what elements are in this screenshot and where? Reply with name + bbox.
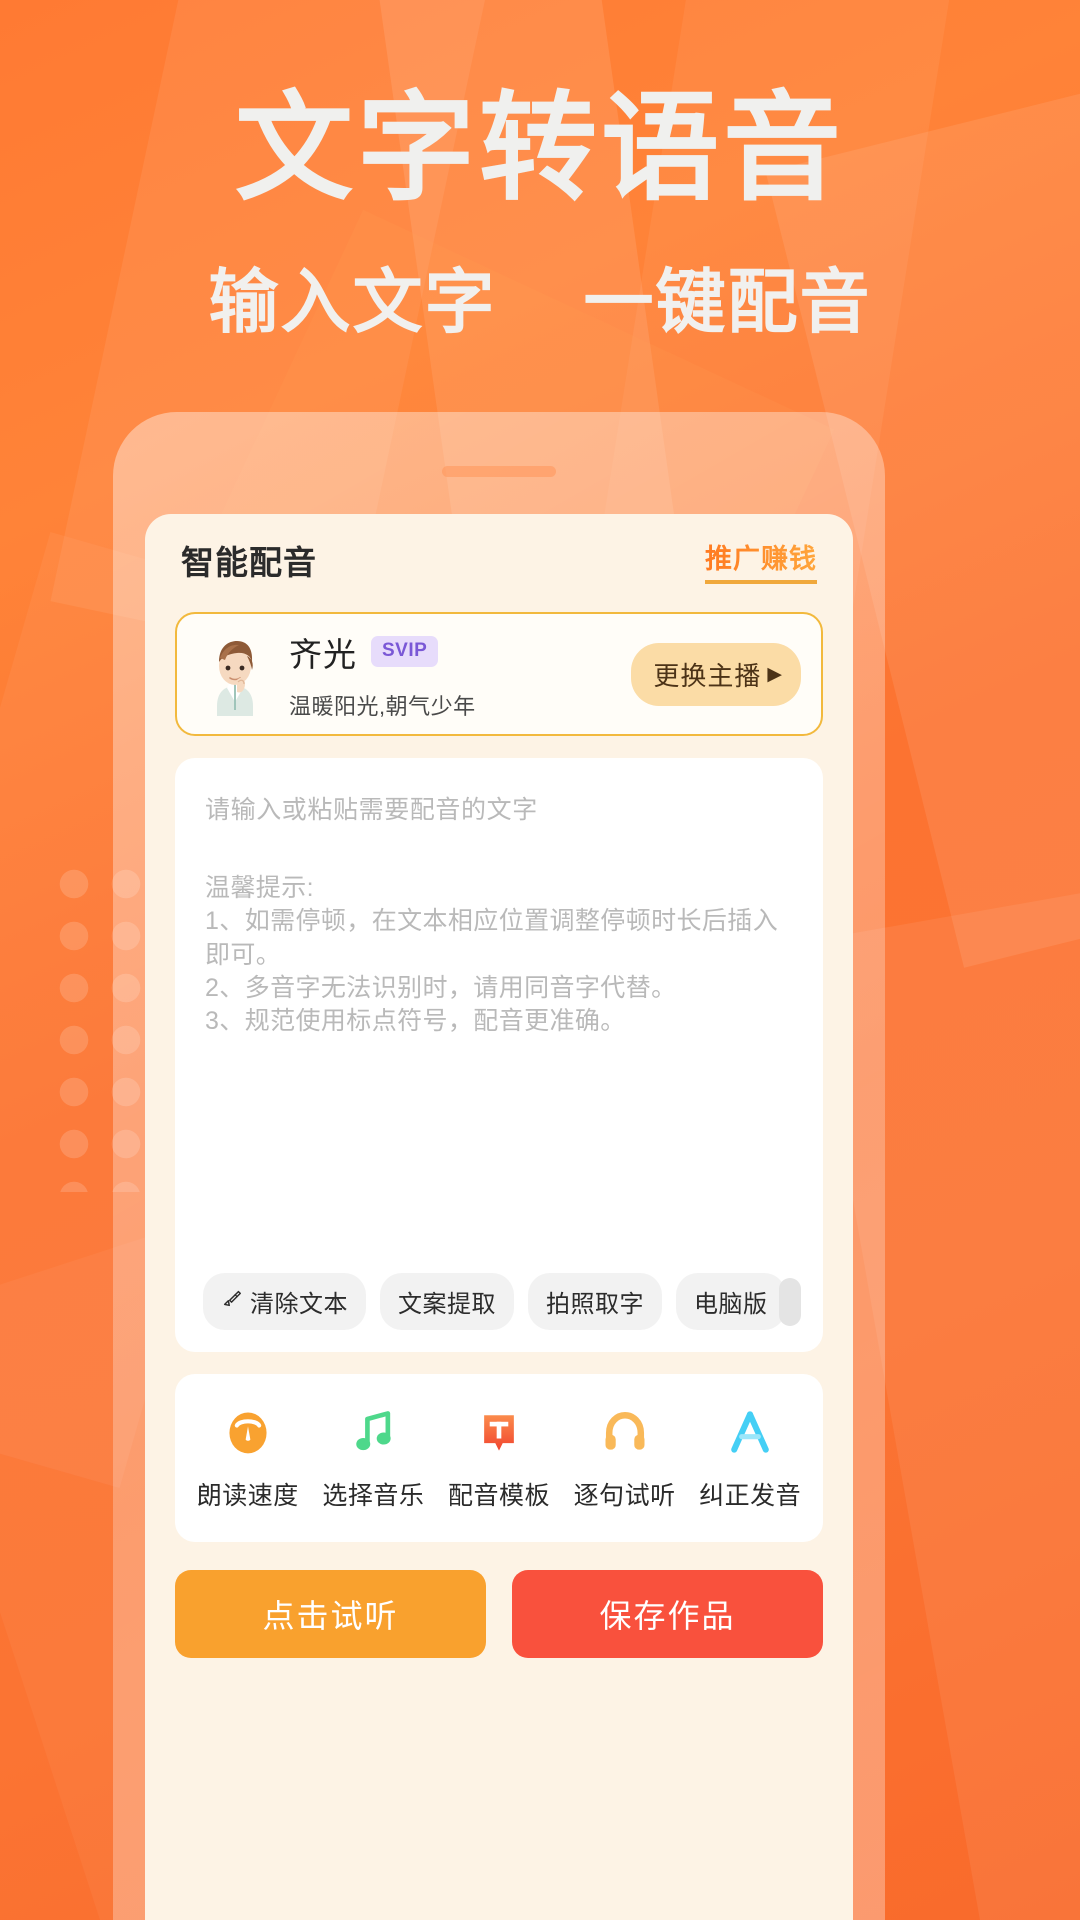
listen-button[interactable]: 点击试听 [175,1570,486,1658]
function-label: 选择音乐 [322,1482,425,1510]
promo-earn-button[interactable]: 推广赚钱 [705,537,817,584]
tip-item: 1、如需停顿，在文本相应位置调整停顿时长后插入即可。 [205,907,779,969]
speed-gauge-icon [222,1404,274,1460]
chevron-right-icon: ▶ [767,663,783,685]
app-header: 智能配音 推广赚钱 [145,514,853,606]
anchor-avatar [197,632,273,716]
change-anchor-label: 更换主播 [653,660,762,691]
scroll-handle[interactable] [779,1278,801,1326]
action-bar: 点击试听 保存作品 [175,1570,823,1658]
clear-text-label: 清除文本 [250,1291,348,1318]
function-fix-pronunciation[interactable]: 纠正发音 [691,1404,809,1512]
desktop-version-label: 电脑版 [694,1291,768,1318]
extract-copy-label: 文案提取 [398,1291,496,1318]
desktop-version-chip[interactable]: 电脑版 [676,1273,786,1330]
tip-item: 2、多音字无法识别时，请用同音字代替。 [205,973,677,1002]
headphone-icon [599,1404,651,1460]
function-label: 配音模板 [447,1482,550,1510]
text-editor-card[interactable]: 请输入或粘贴需要配音的文字 温馨提示: 1、如需停顿，在文本相应位置调整停顿时长… [175,758,823,1352]
hero-subtitle: 输入文字 一键配音 [0,246,1080,347]
app-screen: 智能配音 推广赚钱 齐光 SVIP 温暖阳光,朝气少年 更换主播 ▶ 请输入或粘… [145,514,853,1920]
function-read-speed[interactable]: 朗读速度 [189,1404,307,1512]
function-bar: 朗读速度 选择音乐 配音模板 逐句试听 纠正发音 [175,1374,823,1542]
function-label: 逐句试听 [573,1482,676,1510]
photo-ocr-label: 拍照取字 [546,1291,644,1318]
page-title: 智能配音 [181,544,317,581]
clear-text-chip[interactable]: 清除文本 [203,1273,366,1330]
hero-subtitle-left: 输入文字 [208,263,497,341]
tips-title: 温馨提示: [205,874,314,902]
phone-speaker [442,466,556,477]
tip-item: 3、规范使用标点符号，配音更准确。 [205,1007,626,1035]
anchor-name-row: 齐光 SVIP [289,628,631,676]
function-label: 朗读速度 [196,1482,299,1510]
letter-a-icon [724,1404,776,1460]
template-t-icon [473,1404,525,1460]
hero-title: 文字转语音 [234,83,845,215]
editor-toolbar: 清除文本 文案提取 拍照取字 电脑版 [175,1273,823,1330]
function-dub-template[interactable]: 配音模板 [440,1404,558,1512]
promo-screenshot: 文字转语音 输入文字 一键配音 智能配音 推广赚钱 齐光 SVIP 温暖阳光,朝… [0,0,1080,1920]
editor-placeholder: 请输入或粘贴需要配音的文字 [205,796,538,824]
anchor-info: 齐光 SVIP 温暖阳光,朝气少年 [289,628,631,721]
change-anchor-button[interactable]: 更换主播 ▶ [631,642,801,706]
save-button[interactable]: 保存作品 [512,1570,823,1658]
editor-tips: 温馨提示: 1、如需停顿，在文本相应位置调整停顿时长后插入即可。 2、多音字无法… [205,872,793,1038]
function-select-music[interactable]: 选择音乐 [314,1404,432,1512]
hero-subtitle-right: 一键配音 [583,263,872,341]
anchor-card[interactable]: 齐光 SVIP 温暖阳光,朝气少年 更换主播 ▶ [175,612,823,736]
function-label: 纠正发音 [699,1482,802,1510]
photo-ocr-chip[interactable]: 拍照取字 [528,1273,662,1330]
svip-badge: SVIP [371,636,439,667]
extract-copy-chip[interactable]: 文案提取 [380,1273,514,1330]
anchor-description: 温暖阳光,朝气少年 [289,693,476,719]
music-note-icon [347,1404,399,1460]
brush-icon [221,1287,243,1316]
function-sentence-preview[interactable]: 逐句试听 [566,1404,684,1512]
anchor-name: 齐光 [289,635,357,673]
